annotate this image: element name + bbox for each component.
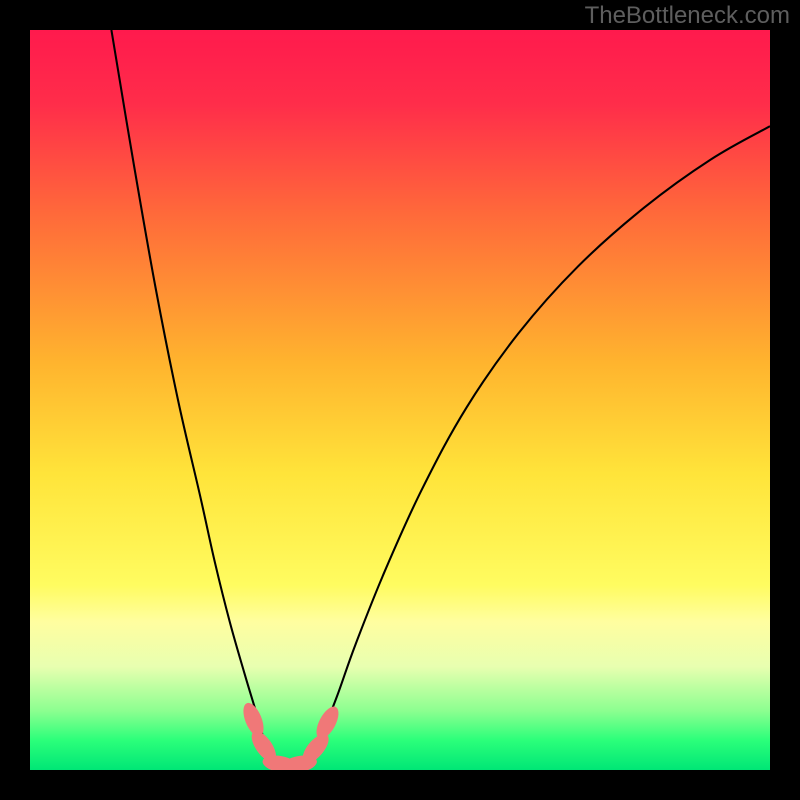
chart-frame: TheBottleneck.com bbox=[0, 0, 800, 800]
gradient-background bbox=[30, 30, 770, 770]
bottleneck-chart bbox=[30, 30, 770, 770]
watermark-text: TheBottleneck.com bbox=[585, 2, 790, 30]
